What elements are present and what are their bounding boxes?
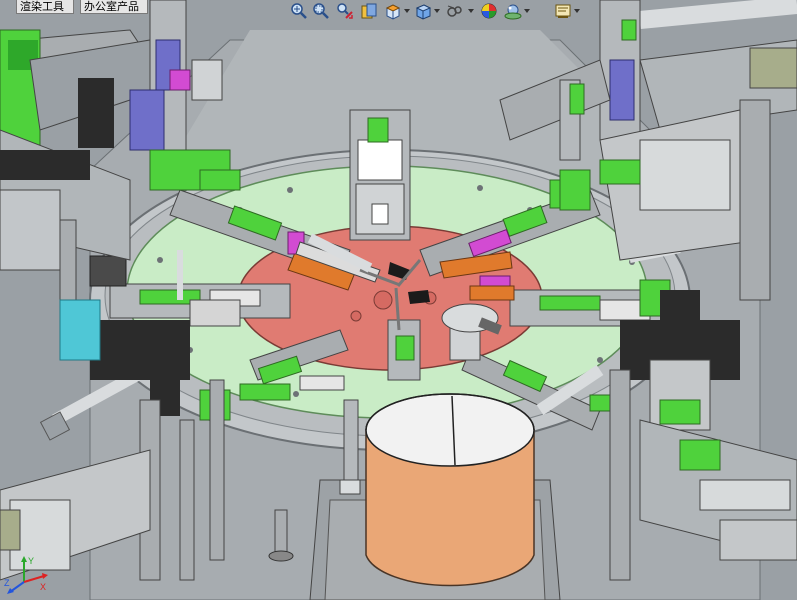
graphics-viewport[interactable]: 渲染工具 办公室产品 X Y Z bbox=[0, 0, 797, 600]
tab-office-products[interactable]: 办公室产品 bbox=[80, 0, 148, 14]
triad-x-label: X bbox=[40, 582, 46, 592]
reference-triad-icon: X Y Z bbox=[4, 556, 48, 594]
zoom-to-fit-icon[interactable] bbox=[290, 2, 308, 20]
hide-show-dropdown-icon[interactable] bbox=[468, 9, 474, 13]
assembly-scene[interactable] bbox=[0, 0, 797, 600]
edit-appearance-icon[interactable] bbox=[480, 2, 498, 20]
apply-scene-icon[interactable] bbox=[504, 2, 522, 20]
view-settings-dropdown-icon[interactable] bbox=[574, 9, 580, 13]
cylinder-housing bbox=[365, 393, 535, 587]
display-style-icon[interactable] bbox=[414, 2, 432, 20]
display-style-dropdown-icon[interactable] bbox=[434, 9, 440, 13]
view-settings-icon[interactable] bbox=[554, 2, 572, 20]
triad-y-label: Y bbox=[28, 556, 34, 566]
center-hole-3 bbox=[350, 310, 362, 322]
center-hole bbox=[373, 290, 393, 310]
triad-z-label: Z bbox=[4, 578, 10, 588]
zoom-to-area-icon[interactable] bbox=[312, 2, 330, 20]
hide-show-items-icon[interactable] bbox=[446, 2, 464, 20]
view-orientation-icon[interactable] bbox=[384, 2, 402, 20]
view-orientation-dropdown-icon[interactable] bbox=[404, 9, 410, 13]
section-view-icon[interactable] bbox=[360, 2, 378, 20]
previous-view-icon[interactable] bbox=[336, 2, 354, 20]
center-post bbox=[343, 399, 359, 491]
tab-render-tools[interactable]: 渲染工具 bbox=[16, 0, 74, 14]
apply-scene-dropdown-icon[interactable] bbox=[524, 9, 530, 13]
